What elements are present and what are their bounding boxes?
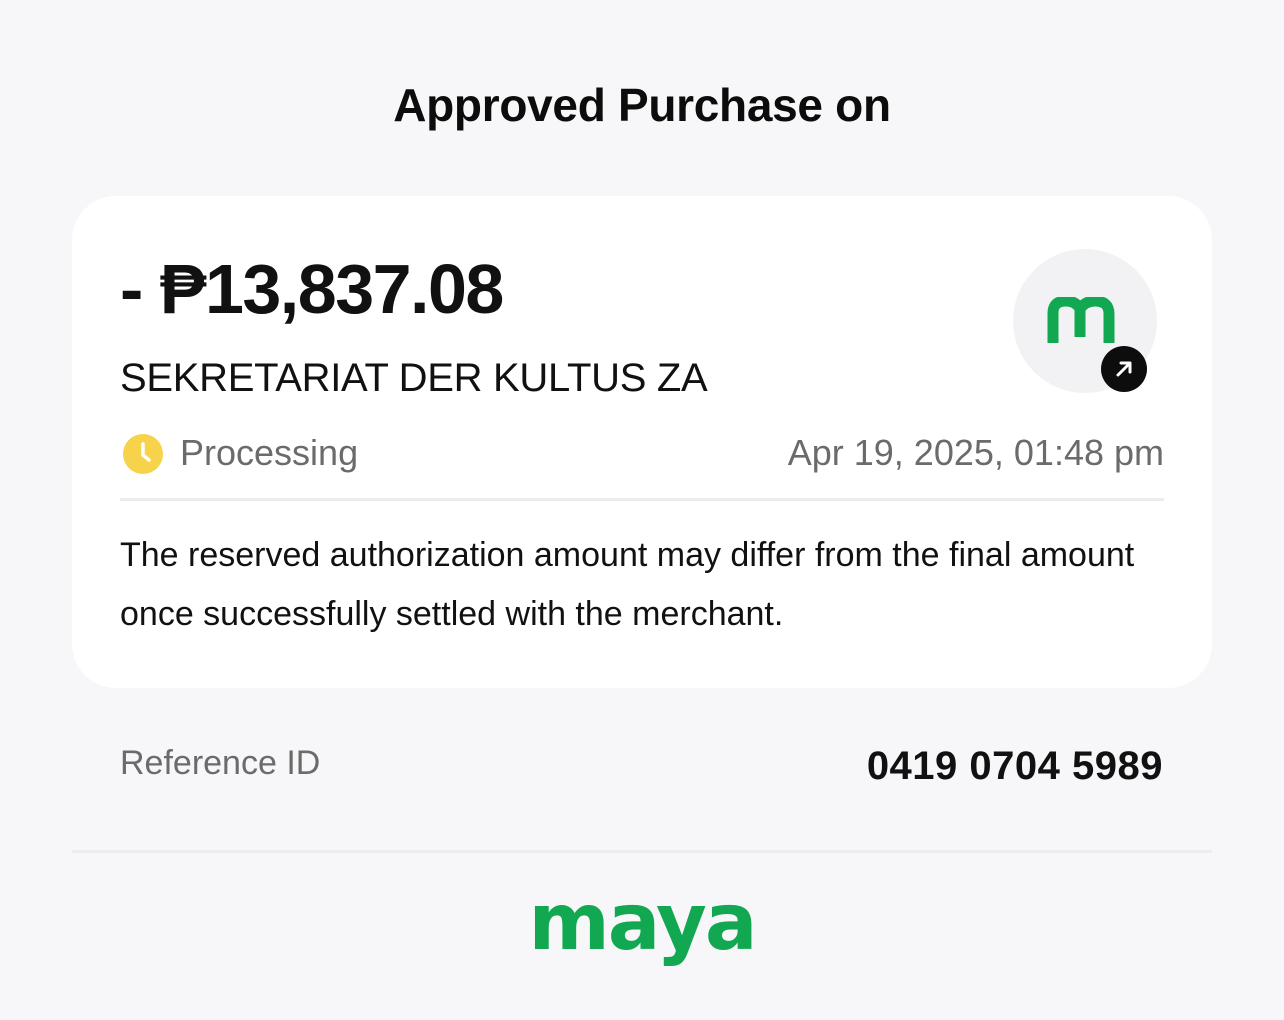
maya-wordmark: maya: [528, 878, 758, 968]
merchant-logo[interactable]: [1013, 249, 1157, 393]
arrow-up-right-icon: [1116, 361, 1132, 377]
maya-m-logo-icon: [1047, 297, 1115, 343]
transaction-date: Apr 19, 2025, 01:48 pm: [787, 432, 1164, 473]
clock-icon: [123, 434, 163, 474]
reference-id-value[interactable]: 0419 0704 5989: [867, 744, 1163, 789]
maya-brand-logo: maya: [0, 884, 1284, 962]
footer-divider: [72, 850, 1212, 853]
status-row: Processing Apr 19, 2025, 01:48 pm: [120, 430, 1164, 478]
merchant-name: SEKRETARIAT DER KULTUS ZA: [120, 356, 708, 400]
card-divider: [120, 498, 1164, 501]
reference-id-label: Reference ID: [120, 744, 321, 782]
page-title: Approved Purchase on: [393, 79, 891, 131]
open-link-badge[interactable]: [1101, 346, 1147, 392]
transaction-card: - ₱13,837.08 SEKRETARIAT DER KULTUS ZA P…: [72, 196, 1212, 688]
transaction-amount: - ₱13,837.08: [120, 250, 504, 328]
authorization-note: The reserved authorization amount may di…: [120, 536, 1135, 633]
status-label: Processing: [180, 432, 359, 473]
